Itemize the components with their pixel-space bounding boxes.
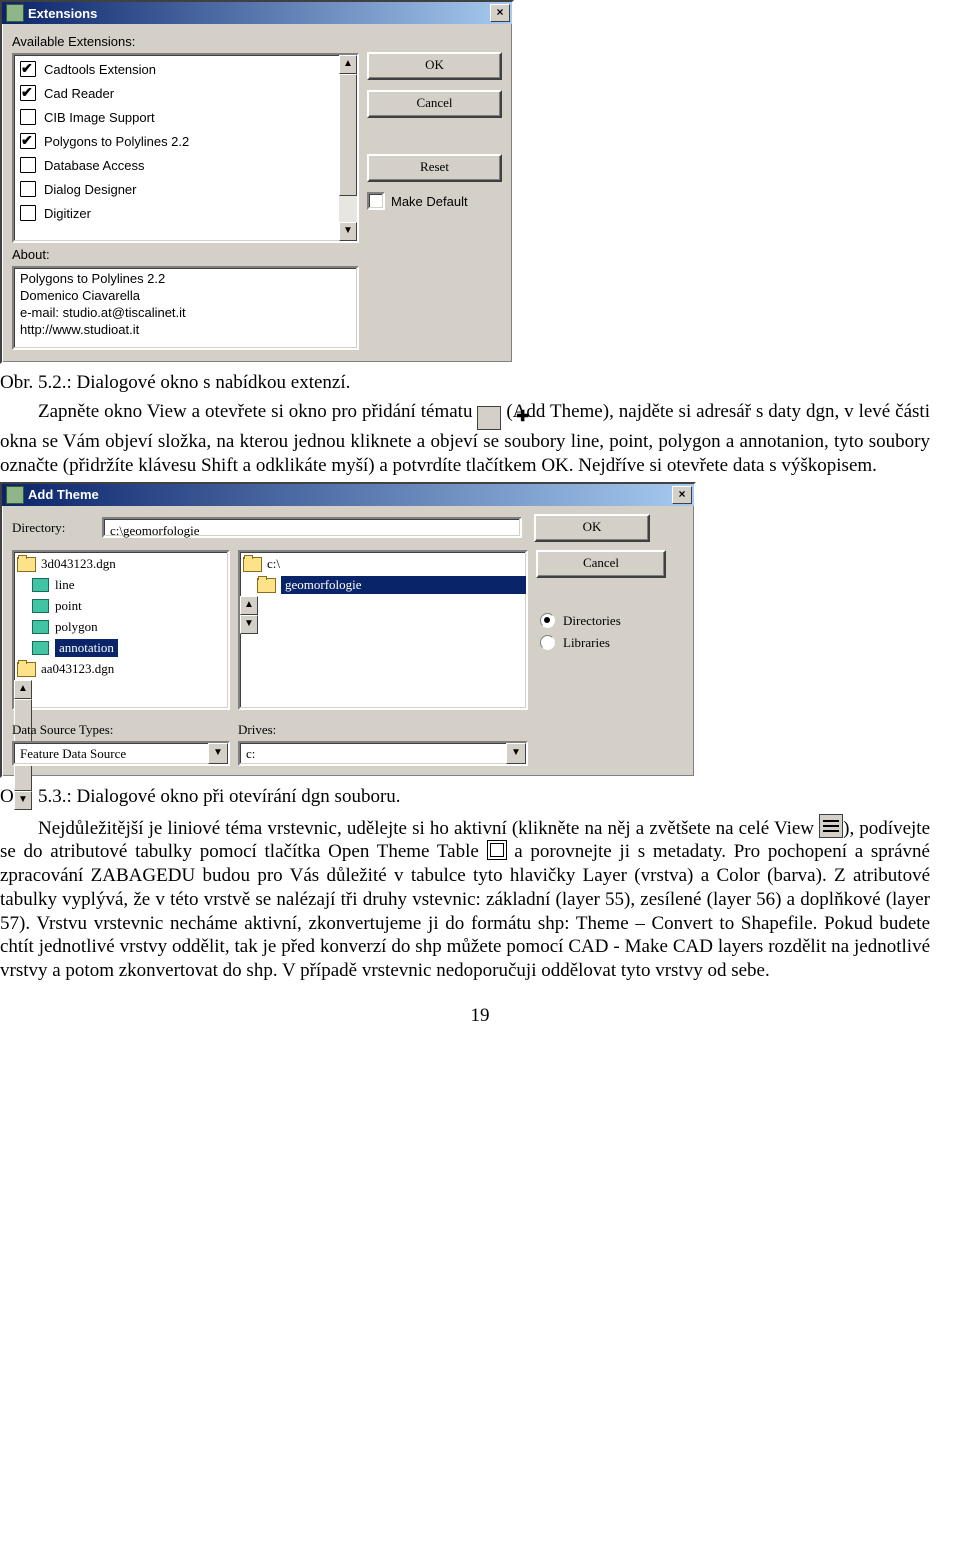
list-item: aa043123.dgn (41, 661, 114, 677)
folder-icon (17, 557, 36, 572)
app-icon (6, 4, 24, 22)
chevron-down-icon[interactable]: ▼ (208, 743, 228, 764)
scroll-up-icon[interactable]: ▲ (14, 680, 32, 699)
libraries-radio[interactable] (540, 635, 555, 650)
list-item: c:\ (267, 556, 280, 572)
dialog-title: Extensions (28, 6, 490, 21)
chevron-down-icon[interactable]: ▼ (506, 743, 526, 764)
reset-button[interactable]: Reset (367, 154, 502, 182)
file-icon (32, 620, 49, 634)
checkbox-icon[interactable] (20, 85, 36, 101)
extensions-list[interactable]: Cadtools Extension Cad Reader CIB Image … (12, 53, 359, 243)
title-bar: Add Theme × (2, 484, 694, 506)
checkbox-icon[interactable] (20, 205, 36, 221)
scrollbar[interactable]: ▲ ▼ (240, 596, 258, 634)
list-item: annotation (55, 639, 118, 657)
directory-label: Directory: (12, 520, 102, 536)
data-source-combo[interactable]: Feature Data Source ▼ (12, 741, 230, 766)
directory-field[interactable]: c:\geomorfologie (102, 517, 522, 538)
directories-radio[interactable] (540, 613, 555, 628)
list-item: Digitizer (44, 206, 91, 221)
ok-button[interactable]: OK (367, 52, 502, 80)
scroll-thumb[interactable] (339, 74, 357, 196)
about-text: Polygons to Polylines 2.2 Domenico Ciava… (12, 266, 359, 350)
file-icon (32, 641, 49, 655)
add-theme-dialog: Add Theme × Directory: c:\geomorfologie … (0, 482, 696, 778)
scroll-up-icon[interactable]: ▲ (240, 596, 258, 615)
available-ext-label: Available Extensions: (12, 34, 359, 49)
title-bar: Extensions × (2, 2, 512, 24)
close-icon[interactable]: × (490, 4, 510, 22)
extensions-dialog: Extensions × Available Extensions: Cadto… (0, 0, 514, 364)
list-item: Dialog Designer (44, 182, 137, 197)
scroll-up-icon[interactable]: ▲ (339, 55, 357, 74)
list-item: Database Access (44, 158, 144, 173)
folder-icon (17, 662, 36, 677)
scrollbar[interactable]: ▲ ▼ (339, 55, 357, 241)
cancel-button[interactable]: Cancel (367, 90, 502, 118)
drives-combo[interactable]: c: ▼ (238, 741, 528, 766)
close-icon[interactable]: × (672, 486, 692, 504)
app-icon (6, 486, 24, 504)
make-default-checkbox[interactable] (367, 192, 385, 210)
checkbox-icon[interactable] (20, 181, 36, 197)
file-icon (32, 599, 49, 613)
checkbox-icon[interactable] (20, 109, 36, 125)
file-list[interactable]: 3d043123.dgn line point polygon annotati… (12, 550, 230, 710)
list-item: polygon (55, 619, 98, 635)
about-label: About: (12, 247, 359, 262)
list-item: CIB Image Support (44, 110, 155, 125)
zoom-full-icon (819, 814, 843, 838)
list-item: point (55, 598, 82, 614)
dst-label: Data Source Types: (12, 722, 230, 738)
table-icon (487, 840, 507, 860)
scroll-down-icon[interactable]: ▼ (14, 791, 32, 810)
checkbox-icon[interactable] (20, 61, 36, 77)
add-theme-icon: ✚ (477, 406, 501, 430)
page-number: 19 (0, 1005, 960, 1027)
radio-label: Directories (563, 613, 621, 629)
body-paragraph: Nejdůležitější je liniové téma vrstevnic… (0, 814, 960, 983)
list-item: line (55, 577, 75, 593)
folder-icon (243, 557, 262, 572)
body-paragraph: Zapněte okno View a otevřete si okno pro… (0, 400, 960, 478)
list-item: 3d043123.dgn (41, 556, 116, 572)
checkbox-icon[interactable] (20, 133, 36, 149)
scroll-down-icon[interactable]: ▼ (240, 615, 258, 634)
list-item: Cadtools Extension (44, 62, 156, 77)
drives-label: Drives: (238, 722, 528, 738)
dialog-title: Add Theme (28, 487, 672, 502)
file-icon (32, 578, 49, 592)
cancel-button[interactable]: Cancel (536, 550, 666, 578)
checkbox-icon[interactable] (20, 157, 36, 173)
figure-caption: Obr. 5.3.: Dialogové okno při otevírání … (0, 786, 960, 808)
make-default-label: Make Default (391, 194, 468, 209)
radio-label: Libraries (563, 635, 610, 651)
ok-button[interactable]: OK (534, 514, 650, 542)
figure-caption: Obr. 5.2.: Dialogové okno s nabídkou ext… (0, 372, 960, 394)
list-item: Polygons to Polylines 2.2 (44, 134, 189, 149)
folder-icon (257, 578, 276, 593)
list-item: geomorfologie (281, 576, 526, 594)
list-item: Cad Reader (44, 86, 114, 101)
scroll-down-icon[interactable]: ▼ (339, 222, 357, 241)
dir-list[interactable]: c:\ geomorfologie ▲ ▼ (238, 550, 528, 710)
